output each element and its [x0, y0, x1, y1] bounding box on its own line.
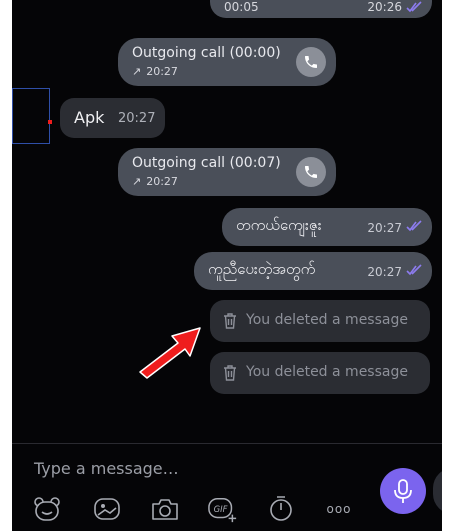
- call-title: Outgoing call (00:00): [132, 45, 281, 61]
- gallery-icon[interactable]: [92, 494, 122, 524]
- message-time: 20:27: [367, 221, 402, 235]
- more-label: ooo: [326, 502, 352, 516]
- read-ticks-icon: [406, 220, 422, 232]
- chat-screen: 00:05 20:26 Outgoing call (00:00) ↗ 20:27…: [12, 0, 442, 531]
- deleted-message-text: You deleted a message: [246, 312, 408, 328]
- annotation-box: [12, 88, 50, 144]
- annotation-arrow: [139, 327, 201, 379]
- message-text: Apk: [74, 108, 105, 127]
- trash-icon: [224, 365, 236, 381]
- outgoing-call-bubble[interactable]: Outgoing call (00:00) ↗ 20:27: [118, 38, 336, 86]
- secondary-action-button[interactable]: [433, 468, 442, 514]
- partial-call-time: 20:26: [367, 0, 402, 14]
- gif-icon[interactable]: GIF: [208, 494, 238, 524]
- deleted-message-bubble[interactable]: You deleted a message: [210, 352, 430, 394]
- read-ticks-icon: [406, 1, 422, 13]
- deleted-message-bubble[interactable]: You deleted a message: [210, 300, 430, 342]
- annotation-dot: [48, 120, 52, 124]
- message-text: တကယ်ကျေးဇူး: [236, 216, 322, 234]
- gif-label: GIF: [214, 504, 228, 514]
- call-meta: ↗ 20:27: [132, 65, 178, 78]
- outgoing-call-bubble[interactable]: Outgoing call (00:07) ↗ 20:27: [118, 148, 336, 196]
- camera-icon[interactable]: [150, 494, 180, 524]
- partial-call-bubble[interactable]: 00:05 20:26: [210, 0, 432, 18]
- message-time: 20:27: [367, 265, 402, 279]
- call-title: Outgoing call (00:07): [132, 155, 281, 171]
- sticker-icon[interactable]: [32, 494, 62, 524]
- trash-icon: [224, 313, 236, 329]
- message-text: ကူညီပေးတဲ့အတွက်: [208, 260, 316, 278]
- outgoing-message-bubble[interactable]: ကူညီပေးတဲ့အတွက် 20:27: [194, 252, 432, 290]
- phone-icon: [305, 56, 317, 68]
- outgoing-arrow-icon: ↗: [132, 65, 142, 78]
- call-meta: ↗ 20:27: [132, 175, 178, 188]
- message-time: 20:27: [118, 111, 156, 126]
- voice-record-button[interactable]: [380, 468, 426, 514]
- deleted-message-text: You deleted a message: [246, 364, 408, 380]
- message-input[interactable]: Type a message…: [34, 459, 179, 478]
- incoming-message-bubble[interactable]: Apk 20:27: [60, 98, 165, 138]
- outgoing-message-bubble[interactable]: တကယ်ကျေးဇူး 20:27: [222, 208, 432, 246]
- call-time: 20:27: [146, 65, 178, 78]
- call-back-button[interactable]: [296, 47, 326, 77]
- more-icon[interactable]: ooo: [324, 494, 354, 524]
- phone-icon: [305, 166, 317, 178]
- call-back-button[interactable]: [296, 157, 326, 187]
- outgoing-arrow-icon: ↗: [132, 175, 142, 188]
- microphone-icon: [394, 479, 412, 503]
- partial-call-duration: 00:05: [224, 0, 259, 14]
- timer-icon[interactable]: [266, 494, 296, 524]
- composer-divider: [12, 443, 442, 444]
- call-time: 20:27: [146, 175, 178, 188]
- read-ticks-icon: [406, 264, 422, 276]
